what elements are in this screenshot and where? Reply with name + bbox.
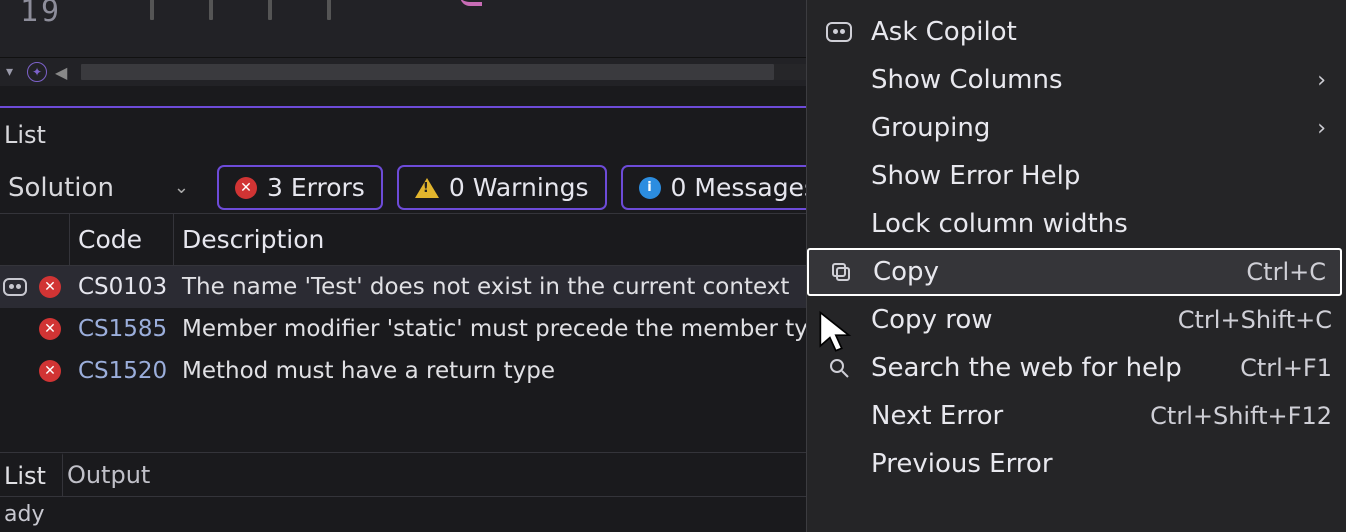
menu-item-shortcut: Ctrl+F1 xyxy=(1240,354,1346,382)
menu-item-copy[interactable]: Copy Ctrl+C xyxy=(807,248,1342,296)
chevron-down-icon: ⌄ xyxy=(174,177,189,198)
warning-icon xyxy=(415,178,439,198)
menu-item-shortcut: Ctrl+Shift+F12 xyxy=(1150,402,1346,430)
copilot-icon xyxy=(825,22,853,42)
menu-item-lock-col-widths[interactable]: Lock column widths xyxy=(807,200,1346,248)
header-code-col[interactable]: Code xyxy=(70,214,174,265)
menu-item-next-error[interactable]: Next Error Ctrl+Shift+F12 xyxy=(807,392,1346,440)
back-arrow-icon[interactable]: ◀ xyxy=(55,63,67,82)
warnings-count-label: 0 Warnings xyxy=(449,173,589,202)
tab-output[interactable]: Output xyxy=(63,453,166,496)
menu-item-label: Previous Error xyxy=(871,449,1346,479)
menu-item-show-columns[interactable]: Show Columns› xyxy=(807,56,1346,104)
lightbulb-icon[interactable]: ✦ xyxy=(27,62,47,82)
severity-error-icon: ✕ xyxy=(30,318,70,340)
indent-guides xyxy=(150,0,331,20)
error-code: CS0103 xyxy=(70,274,174,300)
errors-filter-button[interactable]: ✕ 3 Errors xyxy=(217,165,383,210)
menu-item-ask-copilot[interactable]: Ask Copilot xyxy=(807,8,1346,56)
messages-filter-button[interactable]: i 0 Messages xyxy=(621,165,835,210)
menu-item-label: Lock column widths xyxy=(871,209,1346,239)
menu-item-label: Ask Copilot xyxy=(871,17,1346,47)
menu-item-label: Show Error Help xyxy=(871,161,1346,191)
search-icon xyxy=(825,356,853,380)
chevron-right-icon: › xyxy=(1317,68,1326,93)
mouse-cursor xyxy=(818,310,856,358)
menu-item-label: Search the web for help xyxy=(871,353,1222,383)
code-token-fragment xyxy=(460,0,482,6)
severity-error-icon: ✕ xyxy=(30,360,70,382)
menu-item-previous-error[interactable]: Previous Error xyxy=(807,440,1346,488)
menu-item-show-error-help[interactable]: Show Error Help xyxy=(807,152,1346,200)
line-number: 19 xyxy=(20,0,62,29)
menu-item-search-web[interactable]: Search the web for help Ctrl+F1 xyxy=(807,344,1346,392)
menu-item-label: Next Error xyxy=(871,401,1132,431)
error-code: CS1520 xyxy=(70,358,174,384)
status-text: ady xyxy=(4,502,44,527)
dropdown-indicator-icon[interactable]: ▾ xyxy=(0,64,19,80)
error-code: CS1585 xyxy=(70,316,174,342)
header-severity-col[interactable] xyxy=(30,214,70,265)
menu-item-label: Show Columns xyxy=(871,65,1346,95)
error-list-panel-title: List xyxy=(0,112,46,158)
tab-error-list[interactable]: List xyxy=(0,453,63,496)
scope-label: Solution xyxy=(8,173,114,203)
error-icon: ✕ xyxy=(235,177,257,199)
messages-count-label: 0 Messages xyxy=(671,173,817,202)
warnings-filter-button[interactable]: 0 Warnings xyxy=(397,165,607,210)
menu-item-label: Copy row xyxy=(871,305,1160,335)
errors-count-label: 3 Errors xyxy=(267,173,365,202)
menu-item-shortcut: Ctrl+C xyxy=(1246,258,1340,286)
menu-item-label: Grouping xyxy=(871,113,1346,143)
info-icon: i xyxy=(639,177,661,199)
context-menu: Ask CopilotShow Columns›Grouping›Show Er… xyxy=(806,0,1346,532)
menu-item-copy-row[interactable]: Copy row Ctrl+Shift+C xyxy=(807,296,1346,344)
chevron-right-icon: › xyxy=(1317,116,1326,141)
menu-item-grouping[interactable]: Grouping› xyxy=(807,104,1346,152)
menu-item-shortcut: Ctrl+Shift+C xyxy=(1178,306,1346,334)
scope-select[interactable]: Solution ⌄ xyxy=(4,169,203,207)
menu-item-label: Copy xyxy=(873,257,1228,287)
copy-icon xyxy=(827,260,855,284)
severity-error-icon: ✕ xyxy=(30,276,70,298)
header-icon-col[interactable] xyxy=(0,214,30,265)
copilot-suggestion-icon[interactable] xyxy=(0,278,30,296)
